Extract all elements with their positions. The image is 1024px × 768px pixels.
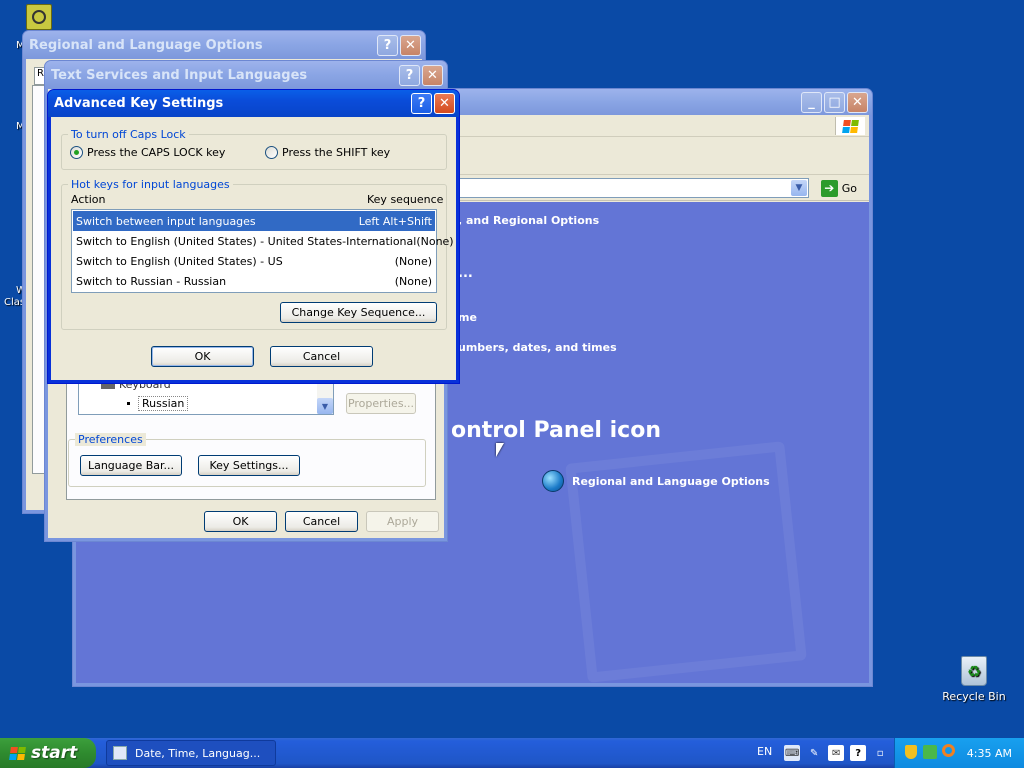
cancel-button[interactable]: Cancel bbox=[285, 511, 358, 532]
group-label: To turn off Caps Lock bbox=[68, 128, 189, 141]
help-button[interactable]: ? bbox=[377, 34, 398, 56]
close-button[interactable]: ✕ bbox=[400, 34, 421, 56]
caps-lock-group: To turn off Caps Lock Press the CAPS LOC… bbox=[61, 128, 447, 170]
clock-icon bbox=[32, 10, 46, 24]
text-services-titlebar[interactable]: Text Services and Input Languages ? ✕ bbox=[45, 61, 447, 89]
desktop-icon-partial[interactable] bbox=[26, 4, 52, 30]
recycle-bin-label: Recycle Bin bbox=[942, 690, 1006, 703]
start-label: start bbox=[31, 743, 78, 763]
keyboard-icon[interactable]: ⌨ bbox=[784, 745, 801, 761]
language-bar: EN ⌨ ✎ ✉ ? ▫ bbox=[757, 745, 888, 761]
hotkey-row[interactable]: Switch to English (United States) - Unit… bbox=[73, 231, 454, 251]
hotkeys-list[interactable]: Switch between input languages Left Alt+S… bbox=[71, 209, 454, 293]
list-item[interactable]: Russian bbox=[127, 396, 189, 411]
regional-titlebar[interactable]: Regional and Language Options ? ✕ bbox=[23, 31, 425, 59]
help-button[interactable]: ? bbox=[411, 93, 432, 114]
cp-text-line1: , and Regional Options bbox=[458, 214, 600, 227]
search-icon[interactable] bbox=[942, 744, 955, 757]
group-label: Preferences bbox=[75, 433, 146, 446]
maximize-button[interactable]: □ bbox=[824, 91, 845, 113]
group-label: Hot keys for input languages bbox=[68, 178, 233, 191]
regional-options-item[interactable]: Regional and Language Options bbox=[542, 470, 770, 492]
column-header-key-sequence: Key sequence bbox=[367, 193, 444, 206]
hotkey-row[interactable]: Switch to Russian - Russian (None) bbox=[73, 271, 435, 291]
hotkey-row[interactable]: Switch to English (United States) - US (N… bbox=[73, 251, 435, 271]
caps-lock-radio[interactable]: Press the CAPS LOCK key bbox=[70, 146, 225, 159]
advanced-titlebar[interactable]: Advanced Key Settings ? ✕ bbox=[48, 90, 459, 117]
help-button[interactable]: ? bbox=[399, 64, 420, 86]
apply-button[interactable]: Apply bbox=[366, 511, 439, 532]
close-button[interactable]: ✕ bbox=[434, 93, 455, 114]
clock[interactable]: 4:35 AM bbox=[967, 747, 1012, 760]
speech-icon[interactable]: ✉ bbox=[828, 745, 845, 761]
arrow-right-icon: ➔ bbox=[820, 179, 838, 197]
go-button[interactable]: ➔ Go bbox=[820, 179, 857, 197]
close-button[interactable]: ✕ bbox=[847, 91, 868, 113]
windows-flag-icon bbox=[9, 746, 26, 760]
cp-task-link[interactable]: umbers, dates, and times bbox=[458, 341, 617, 354]
help-icon[interactable]: ? bbox=[850, 745, 867, 761]
regional-options-label: Regional and Language Options bbox=[572, 474, 770, 488]
column-header-action: Action bbox=[71, 193, 106, 206]
network-icon[interactable] bbox=[923, 745, 937, 759]
recycle-bin-icon: ♻ bbox=[961, 656, 987, 686]
radio-label: Press the SHIFT key bbox=[282, 146, 391, 159]
system-tray: 4:35 AM bbox=[894, 738, 1024, 768]
cp-text-line2: ... bbox=[458, 266, 473, 281]
language-indicator[interactable]: EN bbox=[757, 745, 772, 761]
chevron-down-icon[interactable]: ▼ bbox=[791, 180, 807, 196]
key-settings-button[interactable]: Key Settings... bbox=[198, 455, 300, 476]
ok-button[interactable]: OK bbox=[204, 511, 277, 532]
properties-button[interactable]: Properties... bbox=[346, 393, 416, 414]
windows-logo-icon bbox=[835, 117, 865, 135]
radio-unchecked-icon bbox=[265, 146, 278, 159]
minimize-button[interactable]: _ bbox=[801, 91, 822, 113]
window-title: Regional and Language Options bbox=[29, 37, 263, 53]
start-button[interactable]: start bbox=[0, 738, 96, 768]
taskbar: start Date, Time, Languag... EN ⌨ ✎ ✉ ? … bbox=[0, 738, 1024, 768]
cp-heading: ontrol Panel icon bbox=[451, 418, 661, 443]
go-label: Go bbox=[841, 181, 857, 195]
taskbar-button-label: Date, Time, Languag... bbox=[135, 746, 261, 760]
taskbar-button[interactable]: Date, Time, Languag... bbox=[106, 740, 276, 766]
chevron-down-icon[interactable]: ▼ bbox=[317, 398, 333, 414]
radio-label: Press the CAPS LOCK key bbox=[87, 146, 226, 159]
security-shield-icon[interactable] bbox=[905, 745, 917, 759]
restore-icon[interactable]: ▫ bbox=[872, 745, 888, 761]
shift-radio[interactable]: Press the SHIFT key bbox=[265, 146, 390, 159]
change-key-sequence-button[interactable]: Change Key Sequence... bbox=[280, 302, 437, 323]
cp-task-link[interactable]: me bbox=[458, 311, 477, 324]
hotkey-row[interactable]: Switch between input languages Left Alt+S… bbox=[73, 211, 435, 231]
close-button[interactable]: ✕ bbox=[422, 64, 443, 86]
advanced-key-settings-dialog[interactable]: Advanced Key Settings ? ✕ To turn off Ca… bbox=[47, 89, 460, 384]
cancel-button[interactable]: Cancel bbox=[270, 346, 373, 367]
ok-button[interactable]: OK bbox=[151, 346, 254, 367]
recycle-bin[interactable]: ♻ Recycle Bin bbox=[942, 656, 1006, 703]
language-bar-button[interactable]: Language Bar... bbox=[80, 455, 182, 476]
dialog-title: Advanced Key Settings bbox=[54, 96, 224, 111]
window-title: Text Services and Input Languages bbox=[51, 67, 308, 83]
pen-icon[interactable]: ✎ bbox=[806, 745, 822, 761]
control-panel-icon bbox=[113, 746, 127, 760]
radio-checked-icon bbox=[70, 146, 83, 159]
mouse-cursor-icon bbox=[496, 443, 504, 457]
globe-icon bbox=[542, 470, 564, 492]
